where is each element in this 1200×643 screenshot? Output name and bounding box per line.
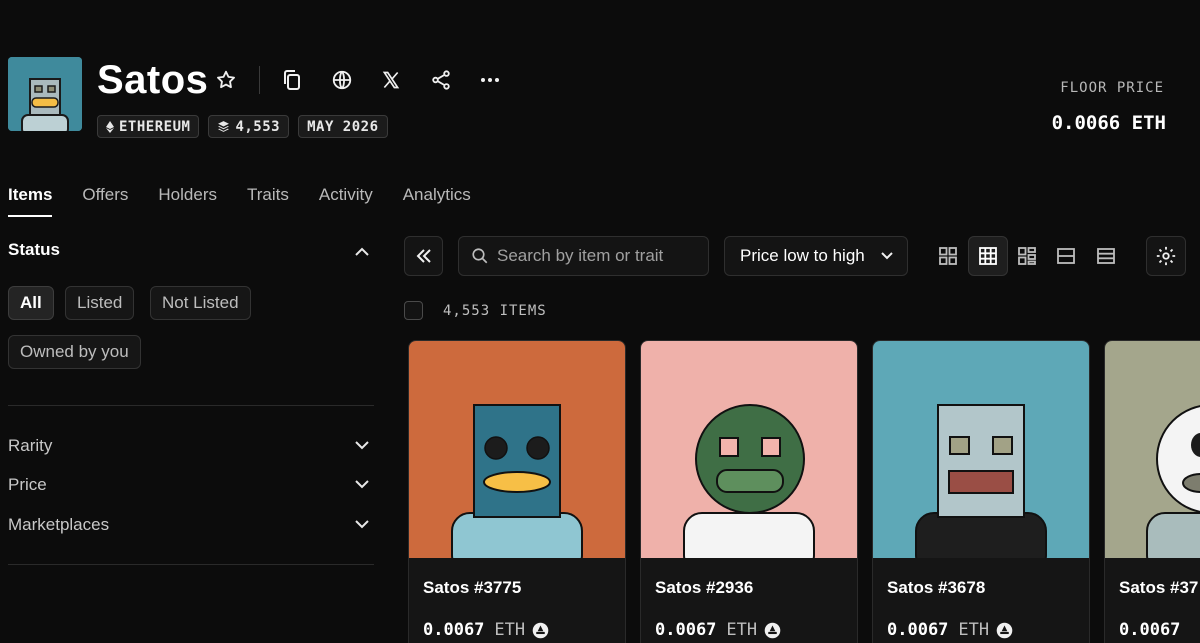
status-all-button[interactable]: All [8,286,54,320]
item-price-unit: ETH [958,620,990,640]
collapse-sidebar-button[interactable] [404,236,443,276]
collection-title: Satos [97,58,209,102]
sort-dropdown[interactable]: Price low to high [724,236,908,276]
item-card[interactable]: Satos #3678 0.0067 ETH [872,340,1090,643]
filter-rarity[interactable]: Rarity [8,436,52,456]
filter-marketplaces[interactable]: Marketplaces [8,515,109,535]
more-icon[interactable] [476,66,504,94]
item-price-value: 0.0067 [655,620,717,640]
item-price-value: 0.0067 [887,620,949,640]
chevron-down-icon[interactable] [354,437,370,453]
status-not-listed-button[interactable]: Not Listed [150,286,251,320]
status-owned-button[interactable]: Owned by you [8,335,141,369]
item-price-unit: ETH [494,620,526,640]
globe-icon[interactable] [328,66,356,94]
collection-tabs: Items Offers Holders Traits Activity Ana… [8,185,471,217]
select-all-checkbox[interactable] [404,301,423,320]
item-price: 0.0067 ETH [655,620,781,640]
status-listed-button[interactable]: Listed [65,286,135,320]
sidebar-divider [8,405,374,406]
item-name: Satos #37 [1119,578,1199,597]
floor-price-label: FLOOR PRICE [1060,80,1164,96]
header-divider [259,66,260,94]
chain-label: ETHEREUM [119,118,191,135]
collection-badges: ETHEREUM 4,553 MAY 2026 [97,115,388,138]
chevron-down-icon[interactable] [354,476,370,492]
gear-icon [1156,246,1176,266]
chain-badge: ETHEREUM [97,115,200,138]
item-price: 0.0067 ETH [423,620,549,640]
tab-holders[interactable]: Holders [158,185,217,217]
settings-button[interactable] [1146,236,1186,276]
date-label: MAY 2026 [307,118,379,135]
double-chevron-left-icon [416,249,431,263]
items-count: 4,553 ITEMS [443,303,547,319]
filter-price[interactable]: Price [8,475,47,495]
item-image [873,341,1089,558]
supply-badge: 4,553 [208,115,290,138]
supply-count: 4,553 [235,118,281,135]
view-large-grid-icon[interactable] [928,236,968,276]
ethereum-icon [106,120,114,133]
item-name: Satos #2936 [655,578,754,597]
sort-label: Price low to high [740,246,865,265]
item-price: 0.0067 [1119,620,1180,640]
item-card[interactable]: Satos #2936 0.0067 ETH [640,340,858,643]
item-card[interactable]: Satos #3775 0.0067 ETH [408,340,626,643]
chevron-up-icon[interactable] [354,243,370,259]
tab-activity[interactable]: Activity [319,185,373,217]
share-icon[interactable] [427,66,455,94]
view-table-icon[interactable] [1086,236,1126,276]
floor-price-value: 0.0066 ETH [1051,112,1166,134]
tab-items[interactable]: Items [8,185,53,217]
item-image [409,341,625,558]
item-name: Satos #3678 [887,578,986,597]
item-image [641,341,857,558]
search-box[interactable] [458,236,709,276]
item-name: Satos #3775 [423,578,522,597]
item-price: 0.0067 ETH [887,620,1013,640]
collection-logo [8,57,82,131]
marketplace-icon [996,622,1013,638]
search-icon [472,248,488,264]
marketplace-icon [764,622,781,638]
item-price-value: 0.0067 [423,620,485,640]
search-input[interactable] [497,246,697,266]
view-list-icon[interactable] [1046,236,1086,276]
item-card[interactable]: Satos #37 0.0067 [1104,340,1200,643]
view-grid-icon[interactable] [968,236,1008,276]
x-twitter-icon[interactable] [377,66,405,94]
chevron-down-icon [881,252,893,260]
date-badge: MAY 2026 [298,115,388,138]
item-price-unit: ETH [726,620,758,640]
copy-icon[interactable] [278,66,306,94]
status-filter-title[interactable]: Status [8,240,60,260]
chevron-down-icon[interactable] [354,516,370,532]
star-icon[interactable] [212,66,240,94]
tab-analytics[interactable]: Analytics [403,185,471,217]
tab-traits[interactable]: Traits [247,185,289,217]
sidebar-divider [8,564,374,565]
item-image [1105,341,1200,558]
tab-offers[interactable]: Offers [82,185,128,217]
layers-icon [218,121,230,132]
marketplace-icon [532,622,549,638]
item-price-value: 0.0067 [1119,620,1181,640]
view-mosaic-icon[interactable] [1007,236,1047,276]
